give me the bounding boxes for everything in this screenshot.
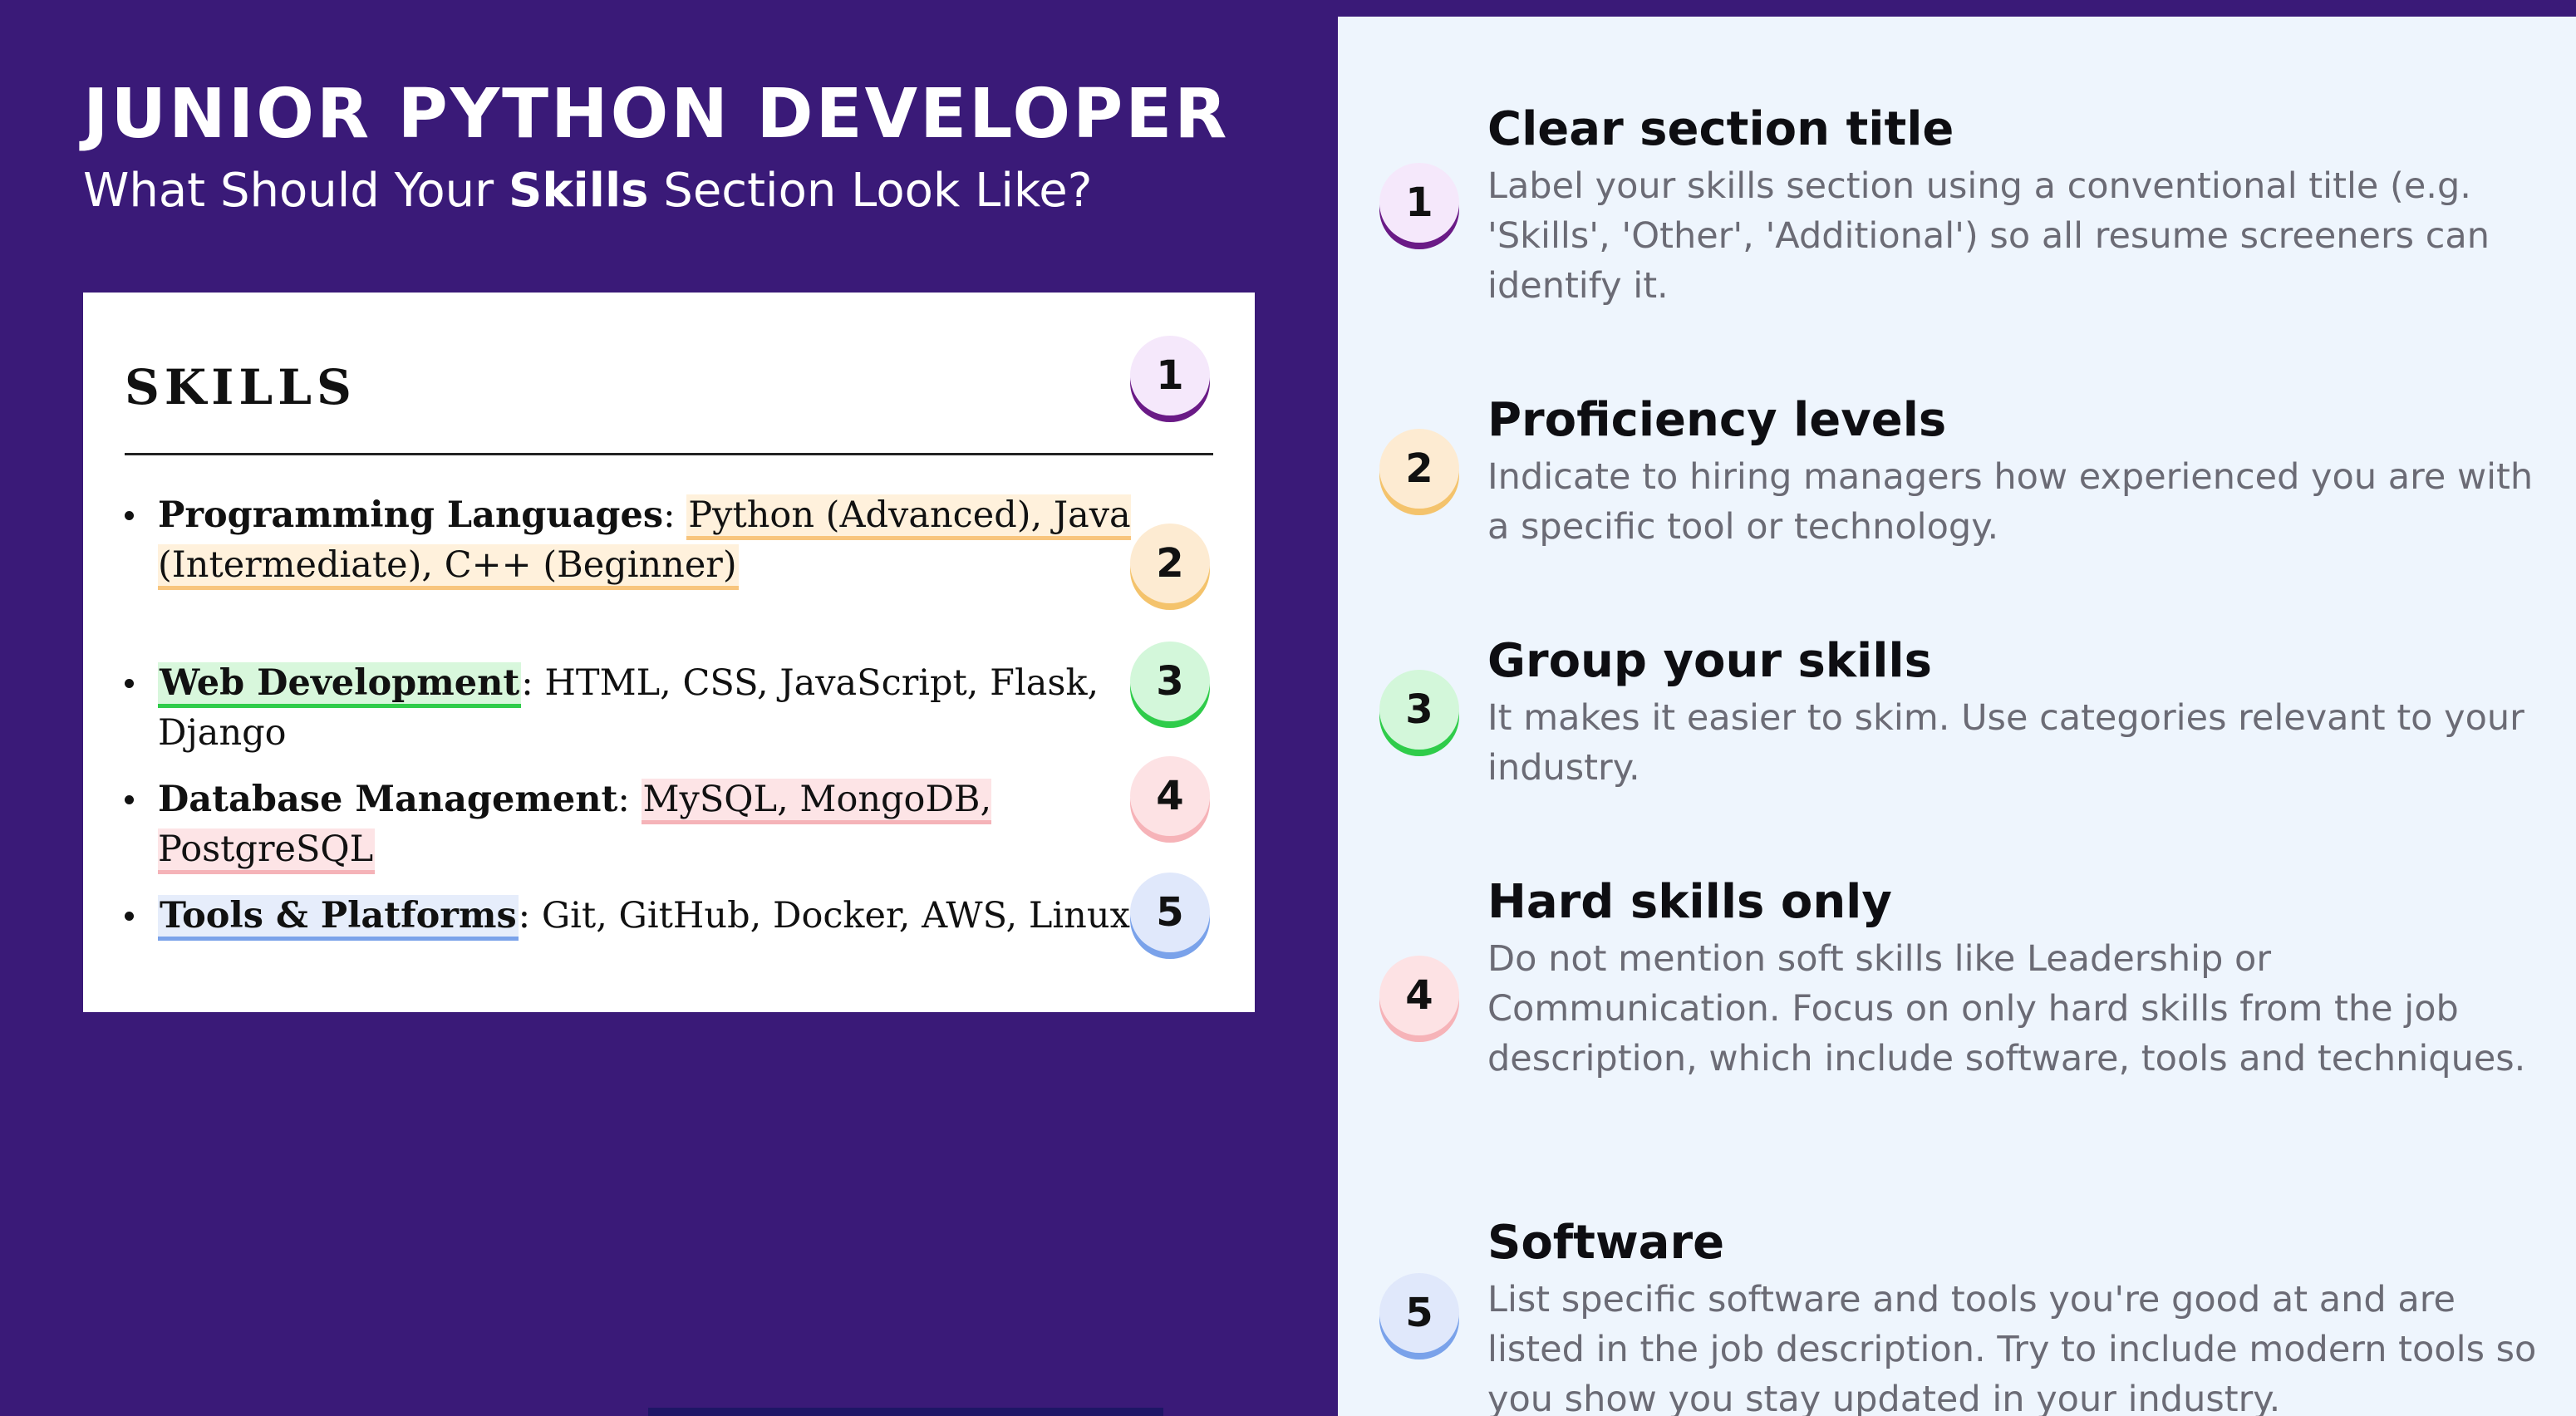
tip-description: Do not mention soft skills like Leadersh… bbox=[1487, 938, 2526, 1079]
tips-panel: 1 Clear section title Label your skills … bbox=[1338, 17, 2576, 1416]
resume-skills-card: SKILLS 1 Programming Languages: Python (… bbox=[83, 293, 1255, 1012]
tip-badge-5: 5 bbox=[1379, 1273, 1459, 1353]
callout-badge-3: 3 bbox=[1130, 642, 1210, 721]
skill-item-web: Web Development: HTML, CSS, JavaScript, … bbox=[125, 658, 1172, 758]
page-header: JUNIOR PYTHON DEVELOPER What Should Your… bbox=[83, 73, 1229, 221]
tip-software: Software List specific software and tool… bbox=[1487, 1213, 2543, 1416]
skill-separator: : bbox=[521, 662, 545, 704]
skill-separator: : bbox=[663, 494, 687, 536]
subtitle-text-end: Section Look Like? bbox=[648, 164, 1093, 218]
section-divider bbox=[125, 453, 1213, 455]
skill-values: Git, GitHub, Docker, AWS, Linux bbox=[541, 895, 1130, 937]
tip-title: Clear section title bbox=[1487, 102, 1954, 156]
subtitle-text-start: What Should Your bbox=[83, 164, 509, 218]
skill-category-label: Programming Languages bbox=[158, 494, 664, 536]
tip-title: Group your skills bbox=[1487, 634, 1932, 688]
tip-hard-skills-only: Hard skills only Do not mention soft ski… bbox=[1487, 873, 2543, 1084]
skill-separator: : bbox=[617, 779, 642, 820]
tip-title: Proficiency levels bbox=[1487, 393, 1947, 447]
skill-item-database: Database Management: MySQL, MongoDB, Pos… bbox=[125, 774, 1172, 874]
tip-group-skills: Group your skills It makes it easier to … bbox=[1487, 632, 2543, 793]
page-title: JUNIOR PYTHON DEVELOPER bbox=[83, 75, 1230, 154]
subtitle-text-bold: Skills bbox=[508, 164, 649, 218]
skill-category-label: Web Development bbox=[158, 662, 522, 708]
tip-description: Label your skills section using a conven… bbox=[1487, 165, 2490, 307]
resume-section-heading: SKILLS bbox=[125, 359, 356, 415]
tip-description: List specific software and tools you're … bbox=[1487, 1279, 2537, 1416]
callout-badge-4: 4 bbox=[1130, 756, 1210, 836]
skill-category-label: Database Management bbox=[158, 779, 618, 820]
tip-title: Software bbox=[1487, 1216, 1725, 1270]
callout-badge-5: 5 bbox=[1130, 873, 1210, 952]
tip-title: Hard skills only bbox=[1487, 875, 1892, 929]
skill-item-tools: Tools & Platforms: Git, GitHub, Docker, … bbox=[125, 891, 1172, 941]
callout-badge-1: 1 bbox=[1130, 336, 1210, 415]
tip-description: It makes it easier to skim. Use categori… bbox=[1487, 697, 2524, 789]
tip-badge-2: 2 bbox=[1379, 429, 1459, 509]
skill-item-programming: Programming Languages: Python (Advanced)… bbox=[125, 490, 1172, 590]
tip-badge-4: 4 bbox=[1379, 956, 1459, 1035]
tip-badge-1: 1 bbox=[1379, 163, 1459, 243]
tip-description: Indicate to hiring managers how experien… bbox=[1487, 456, 2534, 548]
tip-proficiency-levels: Proficiency levels Indicate to hiring ma… bbox=[1487, 391, 2543, 552]
page-subtitle: What Should Your Skills Section Look Lik… bbox=[83, 161, 1229, 221]
tip-clear-section-title: Clear section title Label your skills se… bbox=[1487, 100, 2543, 311]
tip-badge-3: 3 bbox=[1379, 670, 1459, 750]
skill-separator: : bbox=[518, 895, 542, 937]
skill-category-label: Tools & Platforms bbox=[158, 895, 519, 941]
callout-badge-2: 2 bbox=[1130, 524, 1210, 603]
bottom-accent-strip bbox=[648, 1408, 1163, 1416]
